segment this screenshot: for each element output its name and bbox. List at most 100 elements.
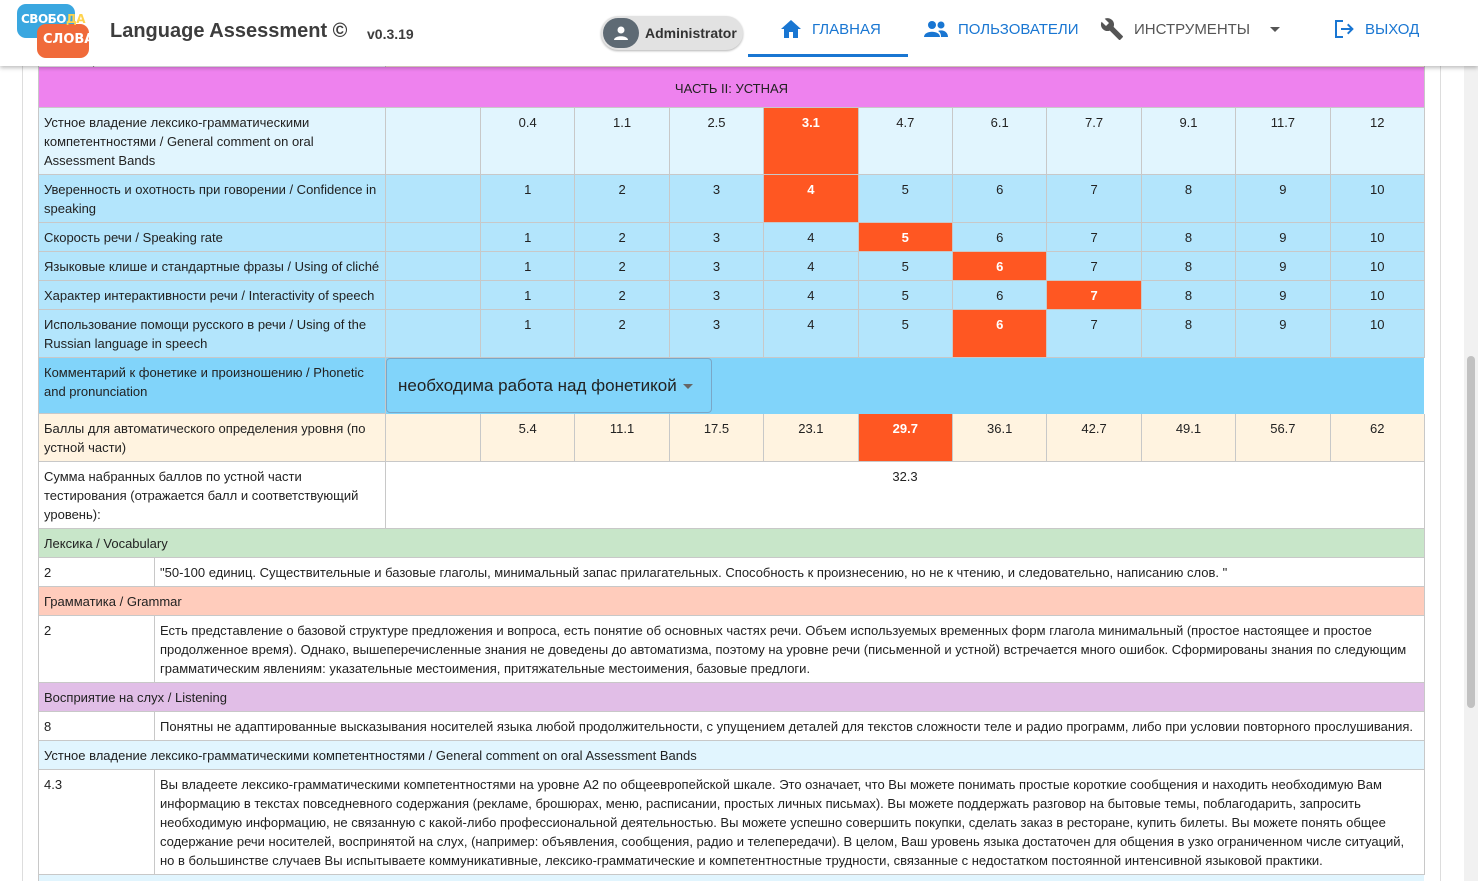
score-cell[interactable]: 5 xyxy=(858,310,953,358)
summary-text: Есть представление о базовой структуре п… xyxy=(155,616,1425,683)
score-cell[interactable]: 8 xyxy=(1141,252,1237,281)
score-cell[interactable]: 8 xyxy=(1141,310,1237,358)
summary-title: Восприятие на слух / Listening xyxy=(39,683,1425,712)
criteria-label: Использование помощи русского в речи / U… xyxy=(39,310,386,358)
score-cell[interactable]: 2 xyxy=(575,281,670,310)
score-cell[interactable]: 7 xyxy=(1047,175,1142,223)
score-cell[interactable]: 12 xyxy=(1330,108,1425,175)
nav-tools[interactable]: ИНСТРУМЕНТЫ xyxy=(1100,0,1281,58)
caret-down-icon xyxy=(1270,26,1281,32)
score-cell[interactable]: 1 xyxy=(481,281,576,310)
oral-criteria-row: Характер интерактивности речи / Interact… xyxy=(38,281,1425,310)
auto-score-cell: 5.4 xyxy=(481,414,576,462)
logo-text-top: СВОБОДА xyxy=(21,12,85,26)
score-cell[interactable]: 0.4 xyxy=(481,108,576,175)
score-cell-selected[interactable]: 6 xyxy=(953,252,1048,281)
phonetics-select[interactable]: необходима работа над фонетикой xyxy=(386,358,712,413)
user-chip[interactable]: Administrator xyxy=(601,16,743,50)
score-cell[interactable]: 2 xyxy=(575,310,670,358)
page-frame-right xyxy=(1440,0,1441,881)
app-version: v0.3.19 xyxy=(367,26,414,42)
score-cell[interactable]: 1.1 xyxy=(575,108,670,175)
score-cell[interactable]: 10 xyxy=(1330,223,1425,252)
score-cell[interactable]: 1 xyxy=(481,175,576,223)
score-cell[interactable]: 3 xyxy=(669,175,765,223)
score-cell[interactable]: 1 xyxy=(481,310,576,358)
score-cell[interactable]: 3 xyxy=(669,223,765,252)
score-cell[interactable]: 9 xyxy=(1236,223,1331,252)
dropdown-arrow-icon xyxy=(683,384,693,389)
nav-home[interactable]: ГЛАВНАЯ xyxy=(780,0,881,58)
score-cell[interactable]: 7.7 xyxy=(1047,108,1142,175)
summary-title-row: Грамматика / Grammar xyxy=(38,587,1425,616)
app-logo[interactable]: СВОБОДА СЛОВА xyxy=(17,4,94,62)
score-cell[interactable]: 2.5 xyxy=(669,108,765,175)
score-cell[interactable]: 11.7 xyxy=(1236,108,1331,175)
score-cell[interactable]: 3 xyxy=(669,310,765,358)
score-cell[interactable]: 3 xyxy=(669,281,765,310)
score-cell[interactable]: 6 xyxy=(953,175,1048,223)
score-cell-selected[interactable]: 7 xyxy=(1047,281,1142,310)
score-cell[interactable]: 4 xyxy=(764,281,859,310)
score-cell[interactable]: 2 xyxy=(575,175,670,223)
scrollbar-thumb[interactable] xyxy=(1467,356,1475,708)
score-cell-selected[interactable]: 3.1 xyxy=(764,108,859,175)
oral-sum-row: Сумма набранных баллов по устной части т… xyxy=(38,462,1425,529)
score-cell[interactable]: 1 xyxy=(481,252,576,281)
score-cell-selected[interactable]: 5 xyxy=(858,223,953,252)
score-cell-selected[interactable]: 6 xyxy=(953,310,1048,358)
score-cell[interactable]: 6 xyxy=(953,281,1048,310)
criteria-empty-cell xyxy=(386,175,481,223)
score-cell[interactable]: 10 xyxy=(1330,175,1425,223)
score-cell[interactable]: 7 xyxy=(1047,223,1142,252)
summary-title-row: Восприятие на слух / Listening xyxy=(38,683,1425,712)
score-cell[interactable]: 4 xyxy=(764,252,859,281)
score-cell[interactable]: 9 xyxy=(1236,175,1331,223)
score-cell[interactable]: 4.7 xyxy=(858,108,953,175)
score-cell[interactable]: 8 xyxy=(1141,281,1237,310)
app-title: Language Assessment © xyxy=(110,20,348,42)
score-cell[interactable]: 10 xyxy=(1330,281,1425,310)
nav-active-indicator xyxy=(748,54,908,57)
summary-body-row: 8 Понятны не адаптированные высказывания … xyxy=(38,712,1425,741)
score-cell[interactable]: 10 xyxy=(1330,252,1425,281)
page-scrollbar[interactable] xyxy=(1464,0,1478,881)
nav-users[interactable]: ПОЛЬЗОВАТЕЛИ xyxy=(924,0,1079,58)
score-cell[interactable]: 9 xyxy=(1236,252,1331,281)
criteria-label: Уверенность и охотность при говорении / … xyxy=(39,175,386,223)
score-cell[interactable]: 5 xyxy=(858,281,953,310)
score-cell[interactable]: 8 xyxy=(1141,223,1237,252)
score-cell[interactable]: 9 xyxy=(1236,310,1331,358)
summary-title: Лексика / Vocabulary xyxy=(39,529,1425,558)
summary-title: Грамматика / Grammar xyxy=(39,587,1425,616)
nav-exit[interactable]: ВЫХОД xyxy=(1333,0,1419,58)
score-cell[interactable]: 8 xyxy=(1141,175,1237,223)
criteria-label: Устное владение лексико-грамматическими … xyxy=(39,108,386,175)
score-cell[interactable]: 7 xyxy=(1047,252,1142,281)
summary-score: 4.3 xyxy=(39,770,155,875)
score-cell[interactable]: 10 xyxy=(1330,310,1425,358)
logo-text-bottom: СЛОВА xyxy=(43,32,95,47)
score-cell[interactable]: 2 xyxy=(575,223,670,252)
score-cell[interactable]: 2 xyxy=(575,252,670,281)
score-cell[interactable]: 4 xyxy=(764,223,859,252)
auto-score-cell: 23.1 xyxy=(764,414,859,462)
score-cell[interactable]: 1 xyxy=(481,223,576,252)
score-cell[interactable]: 6.1 xyxy=(953,108,1048,175)
score-cell[interactable]: 7 xyxy=(1047,310,1142,358)
section-oral-title: ЧАСТЬ II: УСТНАЯ xyxy=(39,67,1425,108)
score-cell[interactable]: 6 xyxy=(953,223,1048,252)
summary-body-row: 2 "50-100 единиц. Существительные и базов… xyxy=(38,558,1425,587)
score-cell[interactable]: 4 xyxy=(764,310,859,358)
auto-score-row: Баллы для автоматического определения ур… xyxy=(38,414,1425,462)
score-cell[interactable]: 9.1 xyxy=(1141,108,1237,175)
score-cell[interactable]: 5 xyxy=(858,175,953,223)
score-cell[interactable]: 5 xyxy=(858,252,953,281)
score-cell-selected[interactable]: 4 xyxy=(764,175,859,223)
auto-score-cell: 36.1 xyxy=(953,414,1048,462)
summary-title: Устное владение лексико-грамматическими … xyxy=(39,741,1425,770)
section-oral-header: ЧАСТЬ II: УСТНАЯ xyxy=(38,67,1425,108)
score-cell[interactable]: 3 xyxy=(669,252,765,281)
page-frame-left xyxy=(22,0,23,881)
score-cell[interactable]: 9 xyxy=(1236,281,1331,310)
